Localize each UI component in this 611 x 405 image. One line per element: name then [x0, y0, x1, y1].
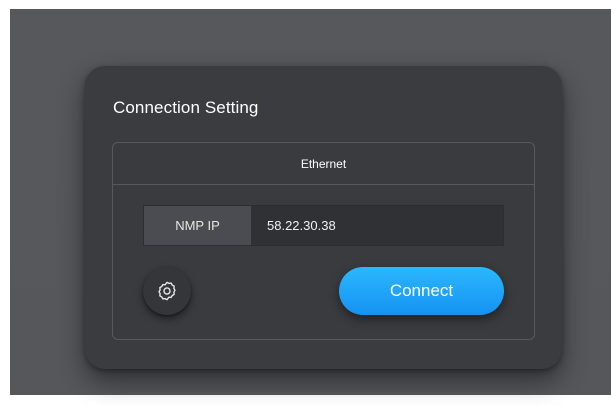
nmp-ip-label: NMP IP: [144, 206, 251, 245]
nmp-ip-field-row: NMP IP 58.22.30.38: [143, 205, 504, 246]
connection-setting-dialog: Connection Setting Ethernet NMP IP 58.22…: [85, 66, 562, 369]
connect-button[interactable]: Connect: [339, 267, 504, 315]
panel-header: Ethernet: [113, 143, 534, 185]
nmp-ip-input[interactable]: 58.22.30.38: [251, 206, 503, 245]
ethernet-tab-label: Ethernet: [300, 156, 347, 171]
settings-button[interactable]: [143, 267, 191, 315]
ethernet-panel: Ethernet NMP IP 58.22.30.38 Connect: [112, 142, 535, 340]
gear-icon: [158, 281, 176, 301]
dialog-title: Connection Setting: [113, 98, 259, 117]
app-background: Connection Setting Ethernet NMP IP 58.22…: [10, 9, 611, 395]
